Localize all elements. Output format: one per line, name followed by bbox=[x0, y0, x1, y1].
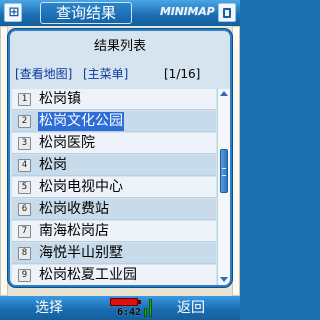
results-list: 1 松岗镇 2 松岗文化公园 3 松岗医院 4 松岗 5 松岗电视中心 6 松岗… bbox=[12, 89, 216, 285]
list-item[interactable]: 6 松岗收费站 bbox=[12, 199, 216, 220]
item-label: 南海松岗店 bbox=[39, 223, 109, 239]
list-item[interactable]: 8 海悦半山别墅 bbox=[12, 243, 216, 264]
item-number: 3 bbox=[18, 137, 31, 150]
item-number: 1 bbox=[18, 93, 31, 106]
item-label: 松岗 bbox=[39, 157, 67, 173]
item-number: 4 bbox=[18, 159, 31, 172]
item-label: 海悦半山别墅 bbox=[39, 245, 123, 261]
item-label: 松岗文化公园 bbox=[38, 112, 124, 131]
arrow-up-icon[interactable] bbox=[220, 91, 228, 96]
battery-icon bbox=[110, 298, 141, 306]
item-label: 松岗电视中心 bbox=[39, 179, 123, 195]
signal-icon bbox=[144, 299, 156, 317]
page-title: 查询结果 bbox=[40, 2, 132, 24]
page-indicator: [1/16] bbox=[164, 67, 201, 81]
item-number: 9 bbox=[18, 269, 31, 282]
list-item-selected[interactable]: 2 松岗文化公园 bbox=[12, 111, 216, 132]
item-label: 松岗医院 bbox=[39, 135, 95, 151]
select-button[interactable]: 选择 bbox=[24, 298, 74, 318]
list-item[interactable]: 4 松岗 bbox=[12, 155, 216, 176]
main-menu-link[interactable]: [主菜单] bbox=[83, 65, 128, 83]
list-item[interactable]: 1 松岗镇 bbox=[12, 89, 216, 110]
list-item[interactable]: 3 松岗医院 bbox=[12, 133, 216, 154]
map-road bbox=[0, 26, 8, 296]
softkey-bar: 选择 6:42 返回 bbox=[0, 296, 240, 320]
app-icon[interactable]: ⊞ bbox=[4, 3, 22, 22]
title-bar: ⊞ 查询结果 MINIMAP bbox=[0, 0, 240, 26]
brand-logo: MINIMAP bbox=[160, 5, 215, 18]
arrow-down-icon[interactable] bbox=[220, 277, 228, 282]
item-number: 2 bbox=[18, 115, 31, 128]
list-scrollbar[interactable] bbox=[217, 89, 230, 285]
item-number: 8 bbox=[18, 247, 31, 260]
dialog-links: [查看地图] [主菜单] [1/16] bbox=[10, 65, 230, 83]
back-button[interactable]: 返回 bbox=[166, 298, 216, 318]
results-dialog: 结果列表 [查看地图] [主菜单] [1/16] 1 松岗镇 2 松岗文化公园 … bbox=[8, 29, 232, 287]
list-item[interactable]: 7 南海松岗店 bbox=[12, 221, 216, 242]
item-number: 5 bbox=[18, 181, 31, 194]
item-label: 松岗镇 bbox=[39, 91, 81, 107]
item-label: 松岗收费站 bbox=[39, 201, 109, 217]
dialog-title: 结果列表 bbox=[93, 39, 146, 54]
item-number: 7 bbox=[18, 225, 31, 238]
clock: 6:42 bbox=[116, 307, 142, 318]
item-number: 6 bbox=[18, 203, 31, 216]
scroll-thumb[interactable] bbox=[220, 149, 228, 193]
view-map-link[interactable]: [查看地图] bbox=[15, 65, 72, 83]
map-road bbox=[232, 26, 240, 296]
list-item[interactable]: 9 松岗松夏工业园 bbox=[12, 265, 216, 285]
window-icon[interactable] bbox=[218, 3, 236, 22]
item-label: 松岗松夏工业园 bbox=[39, 267, 137, 283]
list-item[interactable]: 5 松岗电视中心 bbox=[12, 177, 216, 198]
